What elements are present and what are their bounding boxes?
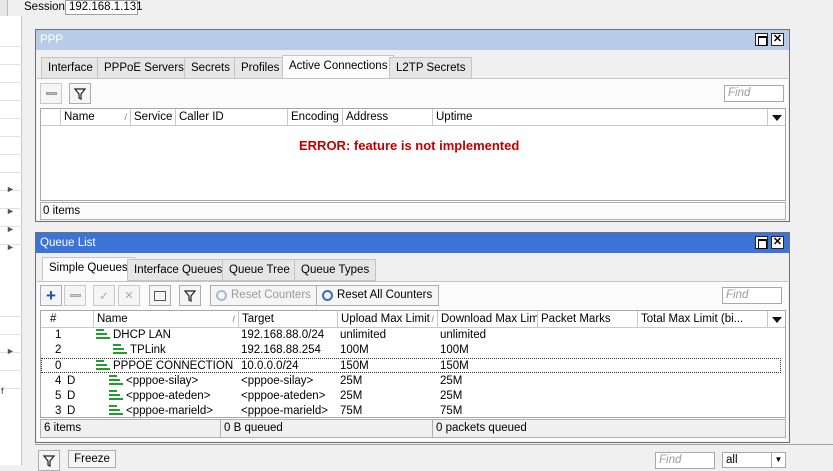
queue-titlebar[interactable]: Queue List <box>36 233 789 253</box>
tab-active-connections[interactable]: Active Connections <box>282 55 395 79</box>
filter-select[interactable]: all ▼ <box>722 452 786 468</box>
session-label: Session: <box>24 1 69 13</box>
ppp-status: 0 items <box>40 202 786 220</box>
filter-button[interactable] <box>179 285 201 306</box>
queue-status-bar: 6 items 0 B queued 0 packets queued <box>40 419 786 438</box>
column-header-upload-max-limit[interactable]: Upload Max Limit / <box>338 311 438 328</box>
queue-list-window: Queue List ✕ Simple Queues Interface Que… <box>35 232 790 443</box>
column-header-packet-marks[interactable]: Packet Marks <box>538 311 638 328</box>
maximize-button[interactable] <box>755 33 768 46</box>
column-header-total-max-limit[interactable]: Total Max Limit (bi... <box>638 311 769 328</box>
column-chooser-button[interactable] <box>767 109 785 126</box>
tab-l2tp-secrets[interactable]: L2TP Secrets <box>389 57 473 79</box>
column-header-uptime[interactable]: Uptime <box>433 109 769 126</box>
close-button[interactable]: ✕ <box>771 236 784 249</box>
submenu-arrow-icon: ► <box>6 184 15 194</box>
sidebar-label-fragment: f <box>1 386 4 396</box>
remove-button[interactable] <box>40 83 62 104</box>
sort-icon: / <box>232 314 235 324</box>
sidebar-strip[interactable]: ► ► ► ► ► f <box>0 16 22 465</box>
column-header-encoding[interactable]: Encoding <box>288 109 343 126</box>
reset-icon <box>216 290 227 301</box>
column-header-target[interactable]: Target <box>239 311 338 328</box>
ppp-window: PPP ✕ Interface PPPoE Servers Secrets Pr… <box>35 29 790 222</box>
table-row[interactable]: 1 DHCP LAN 192.168.88.0/24 unlimited unl… <box>41 328 785 343</box>
sort-icon: / <box>124 112 127 122</box>
active-connections-table: Name / Service Caller ID Encoding Address… <box>40 108 786 201</box>
simple-queue-icon <box>113 344 127 354</box>
ppp-titlebar[interactable]: PPP <box>36 30 789 50</box>
close-button[interactable]: ✕ <box>771 33 784 46</box>
column-chooser-button[interactable] <box>767 311 785 328</box>
simple-queue-icon <box>96 360 110 370</box>
status-bytes-queued: 0 B queued <box>221 420 433 437</box>
column-header-name[interactable]: Name / <box>61 109 131 126</box>
table-row[interactable]: 4 D <pppoe-silay> <pppoe-silay> 25M 25M <box>41 374 785 389</box>
tab-secrets[interactable]: Secrets <box>184 57 237 79</box>
simple-queue-icon <box>96 329 110 339</box>
simple-queues-table: # Name / Target Upload Max Limit / Downloa… <box>40 310 786 418</box>
x-icon: ✕ <box>124 290 134 302</box>
filter-button[interactable] <box>38 450 60 471</box>
enable-button[interactable]: ✓ <box>93 285 115 306</box>
tab-queue-tree[interactable]: Queue Tree <box>222 259 297 281</box>
reset-all-counters-button[interactable]: Reset All Counters <box>316 285 440 306</box>
tab-pppoe-servers[interactable]: PPPoE Servers <box>97 57 191 79</box>
session-value: 192.168.1.131 <box>65 0 143 15</box>
column-header-number[interactable]: # <box>41 311 94 328</box>
status-item-count: 6 items <box>41 420 221 437</box>
tab-interface-queues[interactable]: Interface Queues <box>127 259 230 281</box>
column-header-caller-id[interactable]: Caller ID <box>176 109 288 126</box>
search-input[interactable]: Find <box>655 452 715 469</box>
check-icon: ✓ <box>98 288 110 303</box>
comment-icon <box>154 290 166 301</box>
submenu-arrow-icon: ► <box>6 346 15 356</box>
remove-button[interactable] <box>64 285 86 306</box>
disable-button[interactable]: ✕ <box>118 285 140 306</box>
column-header-service[interactable]: Service <box>131 109 176 126</box>
filter-icon <box>74 87 86 100</box>
tab-simple-queues[interactable]: Simple Queues <box>42 257 135 281</box>
search-input[interactable]: Find <box>722 287 782 304</box>
minus-icon <box>45 92 57 95</box>
tab-queue-types[interactable]: Queue Types <box>294 259 377 281</box>
error-message: ERROR: feature is not implemented <box>299 138 520 153</box>
tab-interface[interactable]: Interface <box>41 57 100 79</box>
queue-window-title: Queue List <box>40 237 96 249</box>
status-packets-queued: 0 packets queued <box>436 422 527 434</box>
column-header-address[interactable]: Address <box>343 109 433 126</box>
search-input[interactable]: Find <box>724 85 784 102</box>
sort-icon: / <box>431 314 434 324</box>
reset-icon <box>322 290 333 301</box>
filter-button[interactable] <box>69 83 91 104</box>
column-header-download-max-limit[interactable]: Download Max Limit <box>438 311 538 328</box>
table-row[interactable]: 5 D <pppoe-ateden> <pppoe-ateden> 25M 25… <box>41 389 785 404</box>
column-header-blank[interactable] <box>41 109 61 126</box>
submenu-arrow-icon: ► <box>6 242 15 252</box>
ppp-window-title: PPP <box>40 34 64 46</box>
dynamic-queue-icon <box>109 405 123 415</box>
maximize-button[interactable] <box>755 236 768 249</box>
minus-icon <box>69 294 81 297</box>
freeze-button[interactable]: Freeze <box>68 450 116 468</box>
column-header-name[interactable]: Name / <box>94 311 239 328</box>
dynamic-queue-icon <box>109 390 123 400</box>
table-row[interactable]: 3 D <pppoe-marield> <pppoe-marield> 75M … <box>41 404 785 417</box>
table-row[interactable]: 0 PPPOE CONNECTION 10.0.0.0/24 150M 150M <box>41 358 781 373</box>
submenu-arrow-icon: ► <box>6 206 15 216</box>
tab-profiles[interactable]: Profiles <box>234 57 287 79</box>
add-button[interactable]: + <box>40 285 62 306</box>
plus-icon: + <box>46 286 56 305</box>
dynamic-queue-icon <box>109 375 123 385</box>
left-stub <box>0 0 8 16</box>
table-row[interactable]: 2 TPLink 192.168.88.254 100M 100M <box>41 343 785 358</box>
reset-counters-button[interactable]: Reset Counters <box>210 285 318 306</box>
comment-button[interactable] <box>149 285 171 306</box>
submenu-arrow-icon: ► <box>6 224 15 234</box>
filter-icon <box>184 289 196 302</box>
